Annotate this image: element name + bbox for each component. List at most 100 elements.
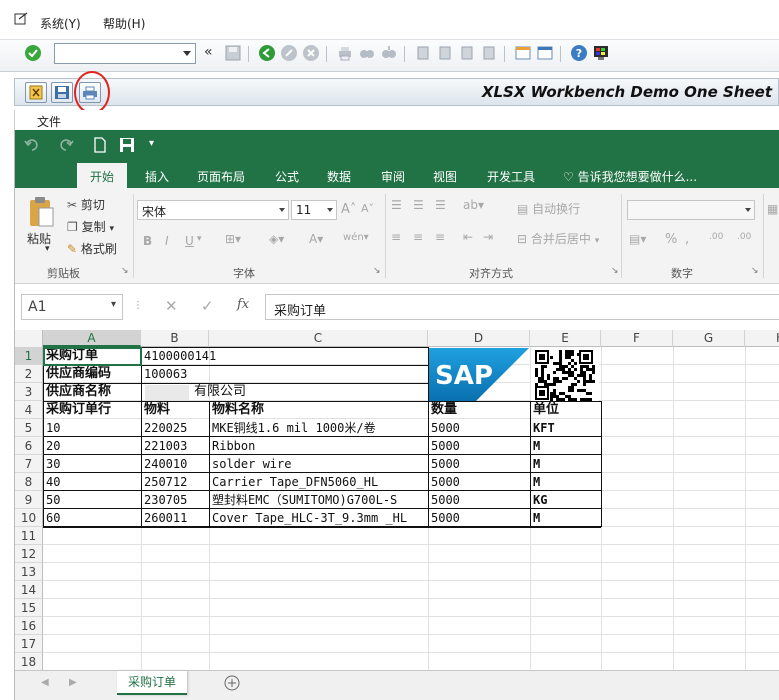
phonetic-icon[interactable]: wén▾: [343, 232, 369, 243]
font-color-icon[interactable]: A▾: [309, 232, 323, 246]
decrease-decimal-icon[interactable]: .00: [737, 232, 751, 242]
row-header[interactable]: 4: [15, 401, 43, 419]
orientation-icon[interactable]: ab▾: [463, 198, 484, 212]
add-sheet-icon[interactable]: [223, 674, 241, 692]
cell-material[interactable]: 240010: [141, 455, 209, 473]
cell-line[interactable]: 10: [43, 419, 141, 437]
increase-indent-icon[interactable]: ⇥: [483, 230, 493, 244]
cell-line[interactable]: 40: [43, 473, 141, 491]
cell-line[interactable]: 50: [43, 491, 141, 509]
collapse-icon[interactable]: «: [204, 44, 222, 62]
row-header[interactable]: 14: [15, 581, 43, 599]
align-top-icon[interactable]: ☰: [391, 198, 402, 212]
borders-icon[interactable]: ⊞▾: [225, 232, 241, 246]
align-bottom-icon[interactable]: ☰: [435, 198, 446, 212]
back-icon[interactable]: [258, 44, 276, 62]
cell-material[interactable]: 260011: [141, 509, 209, 527]
name-box[interactable]: A1 ▾: [21, 294, 123, 320]
row-header[interactable]: 5: [15, 419, 43, 437]
paste-dropdown-icon[interactable]: ▾: [45, 244, 50, 254]
table-header-quantity[interactable]: 数量: [428, 401, 530, 419]
tab-formulas[interactable]: 公式: [275, 168, 299, 185]
font-size-combo[interactable]: 11: [291, 200, 337, 220]
column-header-h[interactable]: H: [745, 330, 779, 347]
menu-system[interactable]: 系统(Y): [40, 15, 81, 32]
help-icon[interactable]: ?: [570, 44, 588, 62]
shortcut-icon[interactable]: [536, 44, 554, 62]
row-header[interactable]: 10: [15, 509, 43, 527]
row-header[interactable]: 1: [15, 347, 43, 365]
chevron-down-icon[interactable]: [279, 208, 285, 212]
tab-page-layout[interactable]: 页面布局: [197, 168, 245, 185]
undo-icon[interactable]: [23, 136, 41, 154]
cell-quantity[interactable]: 5000: [428, 437, 530, 455]
comma-style-icon[interactable]: ,: [685, 232, 689, 247]
table-header-line[interactable]: 采购订单行: [43, 401, 141, 419]
shrink-font-icon[interactable]: A˅: [361, 202, 374, 215]
chevron-down-icon[interactable]: [745, 208, 751, 212]
cut-button[interactable]: ✂ 剪切: [67, 196, 105, 213]
cell-line[interactable]: 30: [43, 455, 141, 473]
cell-line[interactable]: 60: [43, 509, 141, 527]
cell-unit[interactable]: M: [530, 473, 601, 491]
cell-material-name[interactable]: 塑封料EMC（SUMITOMO)G700L-S: [209, 491, 428, 509]
cell-a3[interactable]: 供应商名称: [43, 383, 141, 401]
cell-material-name[interactable]: Cover Tape_HLC-3T_9.3mm _HL: [209, 509, 428, 527]
chevron-down-icon[interactable]: ▾: [197, 234, 202, 244]
underline-icon[interactable]: U: [185, 234, 194, 248]
select-all-corner[interactable]: [15, 330, 43, 347]
column-header-c[interactable]: C: [209, 330, 428, 347]
cell-material-name[interactable]: Ribbon: [209, 437, 428, 455]
row-header[interactable]: 11: [15, 527, 43, 545]
sheet-tab[interactable]: 采购订单: [117, 671, 187, 695]
tell-me-box[interactable]: ♡ 告诉我您想要做什么...: [563, 168, 697, 185]
save-file-button[interactable]: [51, 82, 73, 103]
clipboard-launcher-icon[interactable]: ↘: [121, 266, 129, 276]
cell-quantity[interactable]: 5000: [428, 509, 530, 527]
column-header-g[interactable]: G: [673, 330, 745, 347]
row-header[interactable]: 12: [15, 545, 43, 563]
cell-b3[interactable]: 有限公司: [191, 383, 428, 401]
tab-insert[interactable]: 插入: [145, 168, 169, 185]
chevron-down-icon[interactable]: [327, 208, 333, 212]
cell-a2[interactable]: 供应商编码: [43, 365, 141, 383]
row-header[interactable]: 6: [15, 437, 43, 455]
find-icon[interactable]: [358, 44, 376, 62]
cell-unit[interactable]: M: [530, 455, 601, 473]
cell-b2[interactable]: 100063: [141, 365, 428, 383]
cell-unit[interactable]: KG: [530, 491, 601, 509]
row-header[interactable]: 8: [15, 473, 43, 491]
cell-material[interactable]: 250712: [141, 473, 209, 491]
column-header-f[interactable]: F: [601, 330, 673, 347]
insert-function-icon[interactable]: fx: [237, 297, 249, 312]
cell-b1[interactable]: 4100000141: [141, 347, 428, 365]
align-middle-icon[interactable]: ☰: [413, 198, 424, 212]
row-header[interactable]: 17: [15, 635, 43, 653]
cell-unit[interactable]: M: [530, 509, 601, 527]
column-header-b[interactable]: B: [141, 330, 209, 347]
chevron-down-icon[interactable]: [183, 51, 191, 56]
cell-quantity[interactable]: 5000: [428, 419, 530, 437]
enter-check-icon[interactable]: [24, 44, 42, 62]
merge-center-button[interactable]: ⊟ 合并后居中 ▾: [517, 230, 599, 247]
cell-unit[interactable]: KFT: [530, 419, 601, 437]
cell-material[interactable]: 220025: [141, 419, 209, 437]
copy-button[interactable]: ❐ 复制 ▾: [67, 218, 114, 235]
row-header[interactable]: 18: [15, 653, 43, 670]
new-session-icon[interactable]: [514, 44, 532, 62]
export-excel-button[interactable]: [25, 82, 47, 103]
print-icon[interactable]: [336, 44, 354, 62]
chevron-down-icon[interactable]: ▾: [111, 299, 116, 310]
tab-data[interactable]: 数据: [327, 168, 351, 185]
row-header[interactable]: 3: [15, 383, 43, 401]
row-header[interactable]: 15: [15, 599, 43, 617]
menu-exit-icon[interactable]: [14, 12, 28, 26]
cell-material[interactable]: 230705: [141, 491, 209, 509]
table-header-material[interactable]: 物料: [141, 401, 209, 419]
chevron-down-icon[interactable]: ▾: [595, 236, 600, 246]
percent-icon[interactable]: %: [665, 232, 677, 247]
customize-qat-icon[interactable]: ▾: [149, 138, 154, 149]
wrap-text-button[interactable]: ▤ 自动换行: [517, 200, 580, 217]
cell-material-name[interactable]: MKE铜线1.6 mil 1000米/卷: [209, 419, 428, 437]
column-header-d[interactable]: D: [428, 330, 530, 347]
